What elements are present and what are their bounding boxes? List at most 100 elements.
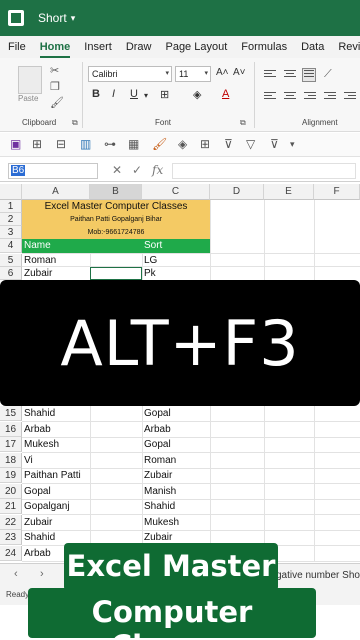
selected-cell-b6[interactable] bbox=[90, 267, 142, 280]
cell-c15[interactable]: Gopal bbox=[142, 406, 171, 421]
pivot-icon[interactable]: ▦ bbox=[128, 137, 139, 151]
column-header-f[interactable]: F bbox=[314, 184, 360, 200]
align-center-icon[interactable] bbox=[284, 92, 296, 102]
row-header-24[interactable]: 24 bbox=[0, 546, 22, 561]
dialog-launcher-icon[interactable]: ⧉ bbox=[240, 118, 246, 128]
cell-c18[interactable]: Roman bbox=[142, 453, 176, 468]
tab-review[interactable]: Review bbox=[338, 36, 360, 58]
header-block[interactable]: Excel Master Computer Classes Paithan Pa… bbox=[22, 200, 210, 239]
cell-a5[interactable]: Roman bbox=[22, 254, 56, 267]
tab-data[interactable]: Data bbox=[301, 36, 324, 58]
formula-input[interactable] bbox=[172, 163, 356, 179]
underline-button[interactable]: U bbox=[130, 88, 138, 100]
row-header-17[interactable]: 17 bbox=[0, 437, 22, 452]
cell-c21[interactable]: Shahid bbox=[142, 499, 175, 514]
sheet-tab[interactable]: gative number Sho bbox=[276, 570, 360, 581]
chevron-down-icon[interactable]: ▾ bbox=[290, 139, 295, 150]
save-icon[interactable]: ▣ bbox=[10, 137, 21, 151]
dialog-launcher-icon[interactable]: ⧉ bbox=[72, 118, 78, 128]
insert-icon[interactable]: ⊟ bbox=[56, 137, 66, 151]
cell-a20[interactable]: Gopal bbox=[22, 484, 51, 499]
tab-page-layout[interactable]: Page Layout bbox=[165, 36, 227, 58]
fill-color-icon[interactable]: ◈ bbox=[193, 88, 201, 101]
row-header-16[interactable]: 16 bbox=[0, 422, 22, 437]
cell-a24[interactable]: Arbab bbox=[22, 546, 51, 561]
row-header-21[interactable]: 21 bbox=[0, 499, 22, 514]
row-header-6[interactable]: 6 bbox=[0, 267, 22, 280]
paste-icon[interactable] bbox=[18, 66, 42, 94]
tab-draw[interactable]: Draw bbox=[126, 36, 152, 58]
cell-c22[interactable]: Mukesh bbox=[142, 515, 179, 530]
cell-a18[interactable]: Vi bbox=[22, 453, 33, 468]
align-top-icon[interactable] bbox=[264, 70, 276, 80]
cell-a19[interactable]: Paithan Patti bbox=[22, 468, 81, 483]
decrease-indent-icon[interactable] bbox=[324, 92, 336, 102]
shrink-font-icon[interactable]: A˅ bbox=[233, 67, 246, 78]
orientation-icon[interactable]: ⟋ bbox=[324, 68, 332, 81]
align-left-icon[interactable] bbox=[264, 92, 276, 102]
filter-icon[interactable]: ⊽ bbox=[270, 137, 279, 151]
column-header-d[interactable]: D bbox=[210, 184, 264, 200]
table-header-row[interactable]: Name Sort bbox=[22, 239, 210, 253]
fx-icon[interactable]: fx bbox=[152, 163, 163, 177]
cell-c19[interactable]: Zubair bbox=[142, 468, 172, 483]
workbook-name[interactable]: Short bbox=[38, 11, 67, 25]
cancel-icon[interactable]: ✕ bbox=[112, 163, 122, 177]
brush-icon[interactable]: 🖌 bbox=[152, 137, 167, 151]
cell-a6[interactable]: Zubair bbox=[22, 267, 52, 280]
hierarchy-icon[interactable]: ⊶ bbox=[104, 137, 116, 151]
enter-icon[interactable]: ✓ bbox=[132, 163, 142, 177]
row-header-15[interactable]: 15 bbox=[0, 406, 22, 421]
row-header-20[interactable]: 20 bbox=[0, 484, 22, 499]
cell-c17[interactable]: Gopal bbox=[142, 437, 171, 452]
copy-icon[interactable]: ❐ bbox=[50, 80, 60, 93]
column-header-c[interactable]: C bbox=[142, 184, 210, 200]
cell-a23[interactable]: Shahid bbox=[22, 530, 55, 545]
cell-a21[interactable]: Gopalganj bbox=[22, 499, 70, 514]
font-size-select[interactable]: 11 ▾ bbox=[175, 66, 211, 82]
cut-icon[interactable]: ✂ bbox=[50, 64, 59, 77]
select-all-corner[interactable] bbox=[0, 184, 22, 200]
chevron-left-icon[interactable]: ‹ bbox=[14, 568, 18, 580]
align-middle-icon[interactable] bbox=[284, 70, 296, 80]
increase-indent-icon[interactable] bbox=[344, 92, 356, 102]
chevron-down-icon[interactable]: ▾ bbox=[71, 13, 76, 24]
cell-a15[interactable]: Shahid bbox=[22, 406, 55, 421]
row-header-22[interactable]: 22 bbox=[0, 515, 22, 530]
cell-c16[interactable]: Arbab bbox=[142, 422, 171, 437]
chevron-right-icon[interactable]: › bbox=[40, 568, 44, 580]
italic-button[interactable]: I bbox=[112, 88, 115, 100]
font-color-icon[interactable]: A bbox=[222, 88, 229, 100]
format-painter-icon[interactable]: 🖌 bbox=[50, 96, 64, 109]
row-header-2[interactable]: 2 bbox=[0, 213, 22, 226]
filter-icon[interactable]: ⊽ bbox=[224, 137, 233, 151]
cell-a22[interactable]: Zubair bbox=[22, 515, 52, 530]
row-header-5[interactable]: 5 bbox=[0, 254, 22, 267]
chevron-down-icon[interactable]: ▾ bbox=[144, 91, 148, 100]
tab-formulas[interactable]: Formulas bbox=[241, 36, 287, 58]
border-icon[interactable]: ⊞ bbox=[200, 137, 210, 151]
name-box[interactable]: B6 bbox=[8, 163, 98, 179]
bold-button[interactable]: B bbox=[92, 88, 100, 100]
tab-file[interactable]: File bbox=[8, 36, 26, 58]
column-header-b[interactable]: B bbox=[90, 184, 142, 200]
align-bottom-icon[interactable] bbox=[302, 68, 316, 82]
tab-insert[interactable]: Insert bbox=[84, 36, 112, 58]
cell-c6[interactable]: Pk bbox=[142, 267, 156, 280]
column-header-a[interactable]: A bbox=[22, 184, 90, 200]
column-header-e[interactable]: E bbox=[264, 184, 314, 200]
row-header-23[interactable]: 23 bbox=[0, 530, 22, 545]
row-header-1[interactable]: 1 bbox=[0, 200, 22, 213]
cell-a16[interactable]: Arbab bbox=[22, 422, 51, 437]
cell-c5[interactable]: LG bbox=[142, 254, 157, 267]
row-header-4[interactable]: 4 bbox=[0, 239, 22, 253]
row-header-3[interactable]: 3 bbox=[0, 226, 22, 239]
grow-font-icon[interactable]: A˄ bbox=[216, 67, 229, 78]
fill-icon[interactable]: ◈ bbox=[178, 137, 187, 151]
chart-icon[interactable]: ▥ bbox=[80, 137, 91, 151]
table-icon[interactable]: ⊞ bbox=[32, 137, 42, 151]
filter-clear-icon[interactable]: ▽ bbox=[246, 137, 255, 151]
borders-icon[interactable]: ⊞ bbox=[160, 88, 169, 101]
row-header-18[interactable]: 18 bbox=[0, 453, 22, 468]
row-header-19[interactable]: 19 bbox=[0, 468, 22, 483]
